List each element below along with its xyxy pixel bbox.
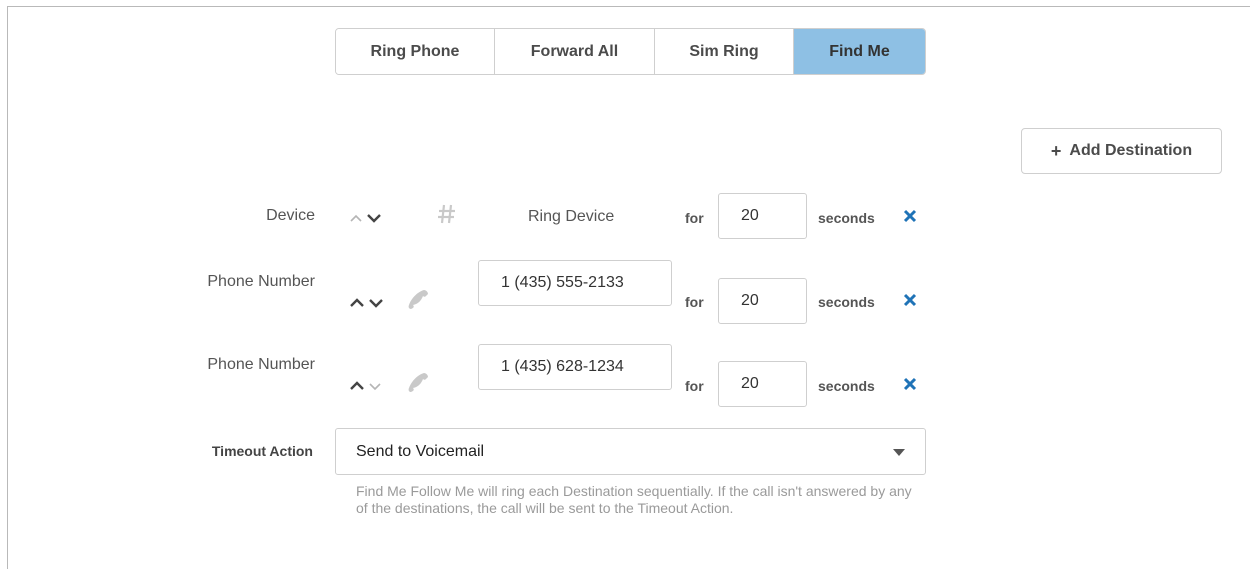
move-down-icon[interactable] xyxy=(366,210,382,228)
tab-sim-ring[interactable]: Sim Ring xyxy=(655,29,794,74)
reorder-controls xyxy=(349,210,382,228)
for-label: for xyxy=(685,378,704,394)
for-label: for xyxy=(685,294,704,310)
seconds-label: seconds xyxy=(818,210,875,226)
tab-find-me[interactable]: Find Me xyxy=(794,29,925,74)
seconds-input[interactable] xyxy=(718,278,807,324)
seconds-input[interactable] xyxy=(718,361,807,407)
mode-selector: Ring Phone Forward All Sim Ring Find Me xyxy=(335,28,926,75)
destination-type-label: Phone Number xyxy=(207,356,315,373)
move-down-icon[interactable] xyxy=(368,295,384,313)
remove-destination-icon[interactable] xyxy=(903,377,917,396)
phone-number-input[interactable] xyxy=(478,260,672,306)
timeout-action-label: Timeout Action xyxy=(211,443,313,459)
move-up-icon[interactable] xyxy=(349,210,363,228)
hash-icon xyxy=(436,203,458,230)
move-up-icon[interactable] xyxy=(349,295,365,313)
seconds-input[interactable] xyxy=(718,193,807,239)
ring-device-text: Ring Device xyxy=(528,208,615,225)
move-up-icon[interactable] xyxy=(349,378,365,396)
reorder-controls xyxy=(349,378,382,396)
timeout-action-select[interactable]: Send to Voicemail xyxy=(335,428,926,475)
move-down-icon[interactable] xyxy=(368,378,382,396)
seconds-label: seconds xyxy=(818,378,875,394)
remove-destination-icon[interactable] xyxy=(903,293,917,312)
phone-number-input[interactable] xyxy=(478,344,672,390)
tab-ring-phone[interactable]: Ring Phone xyxy=(336,29,495,74)
reorder-controls xyxy=(349,295,384,313)
for-label: for xyxy=(685,210,704,226)
destination-type-label: Phone Number xyxy=(207,273,315,290)
phone-icon xyxy=(407,287,431,316)
tab-forward-all[interactable]: Forward All xyxy=(495,29,655,74)
add-destination-button[interactable]: + Add Destination xyxy=(1021,128,1222,174)
destination-type-label: Device xyxy=(266,207,315,224)
seconds-label: seconds xyxy=(818,294,875,310)
add-destination-label: Add Destination xyxy=(1069,142,1193,159)
plus-icon: + xyxy=(1050,140,1062,161)
timeout-help-text: Find Me Follow Me will ring each Destina… xyxy=(356,483,912,516)
phone-icon xyxy=(407,370,431,399)
timeout-action-value: Send to Voicemail xyxy=(356,442,485,460)
caret-down-icon xyxy=(893,443,905,461)
remove-destination-icon[interactable] xyxy=(903,209,917,228)
